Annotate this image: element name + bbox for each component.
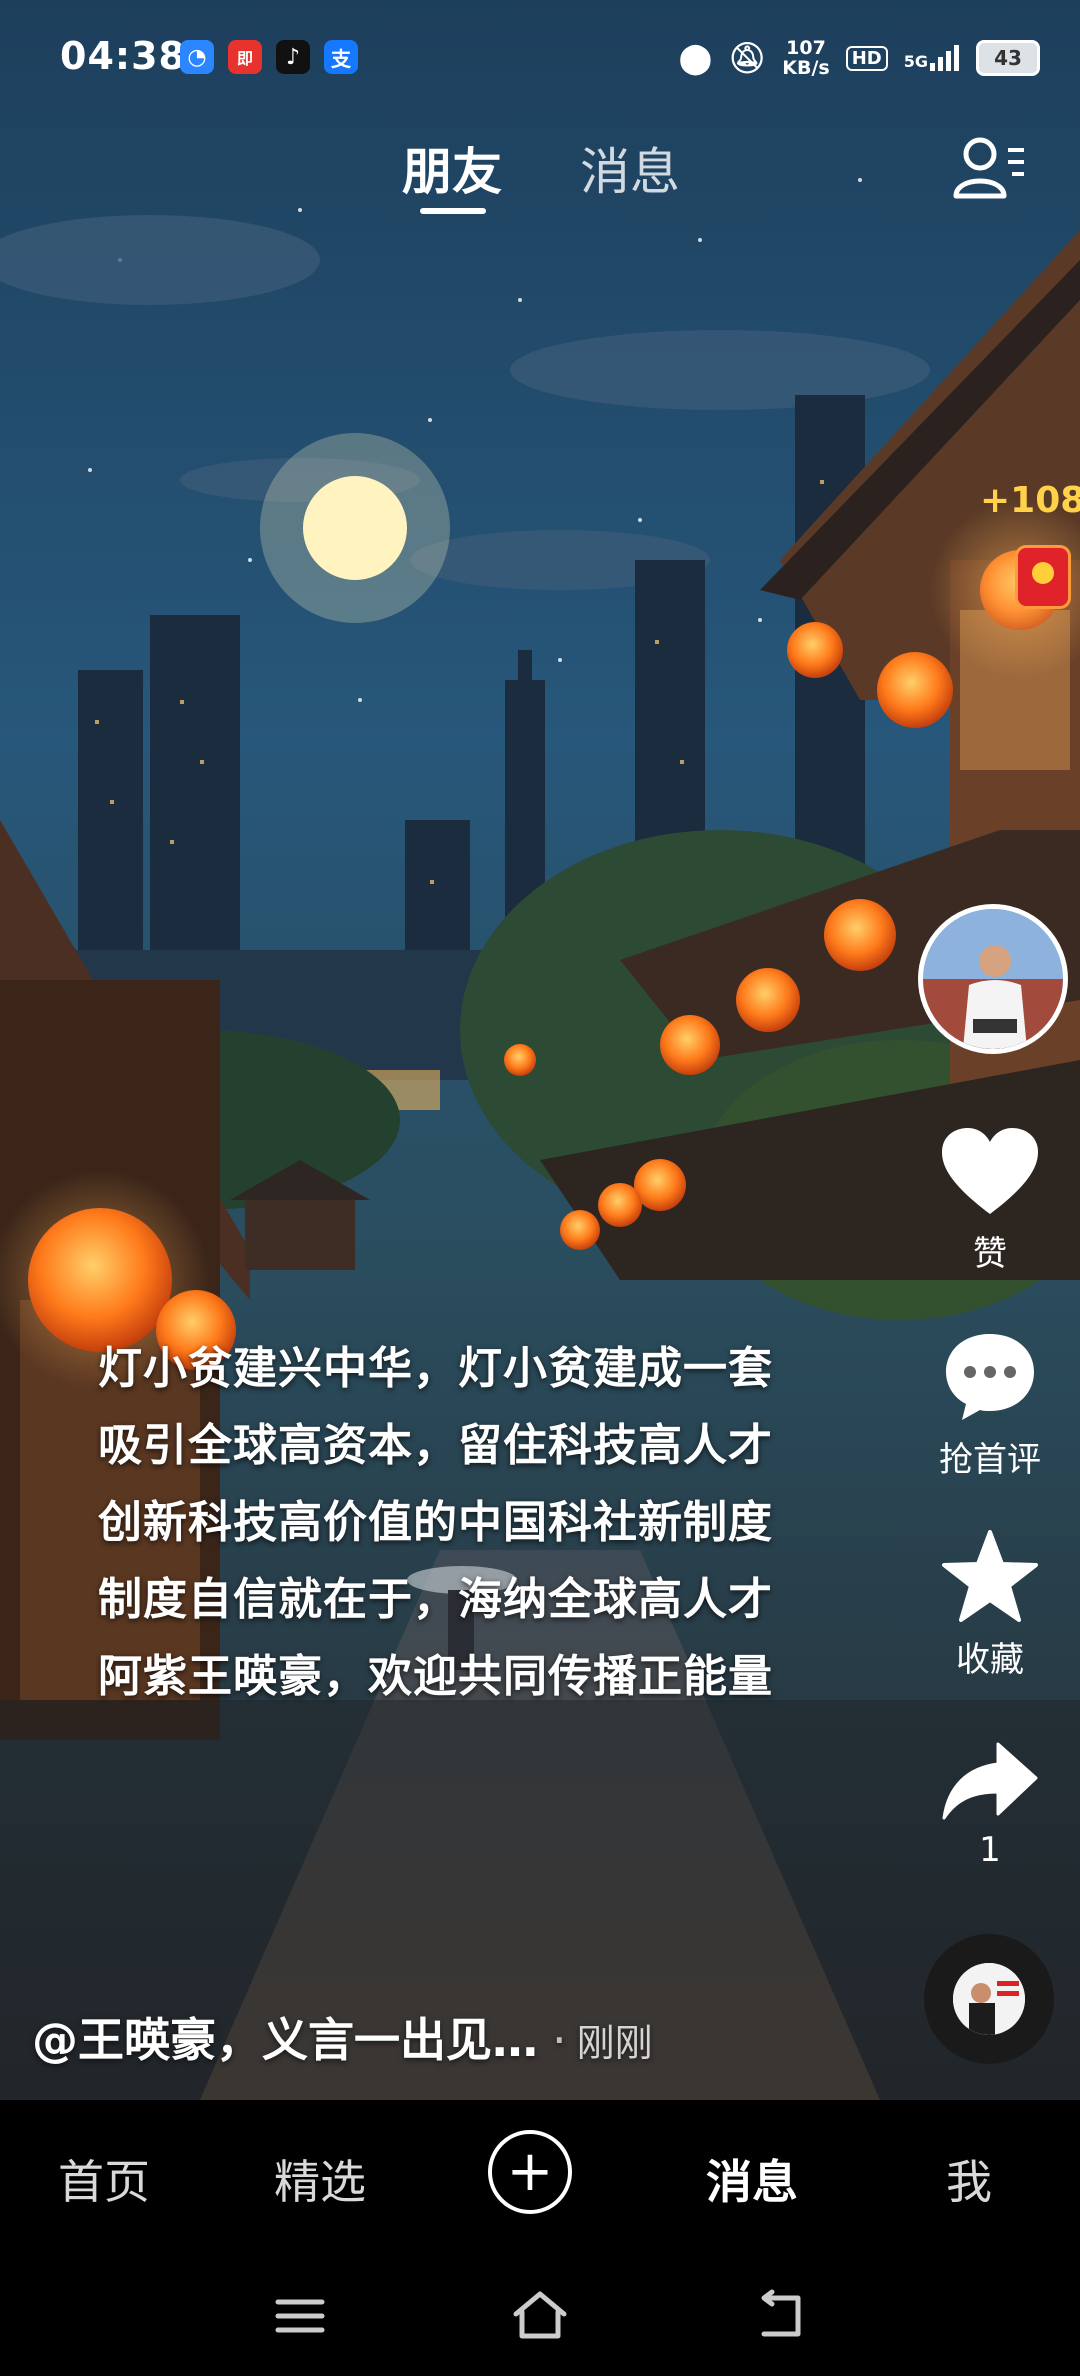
top-tabs: 朋友 消息	[0, 120, 1080, 220]
author-avatar[interactable]	[918, 904, 1068, 1054]
system-nav-bar	[0, 2260, 1080, 2376]
browser-icon: ◔	[180, 40, 214, 74]
menu-icon[interactable]	[270, 2288, 330, 2344]
battery-icon: 43	[976, 40, 1040, 76]
caption-line: 吸引全球高资本，留住科技高人才	[98, 1420, 773, 1471]
net-speed: 107 KB/s	[782, 37, 830, 79]
active-tab-indicator	[420, 208, 486, 214]
alipay-icon: 支	[324, 40, 358, 74]
share-count: 1	[979, 1830, 1001, 1870]
author-name[interactable]: @王暎豪，义言一出见…	[32, 2013, 538, 2067]
user-list-icon[interactable]	[950, 130, 1030, 210]
signal-icon: 5G	[904, 45, 960, 71]
heart-icon	[942, 1128, 1038, 1214]
star-icon	[942, 1530, 1038, 1622]
tab-messages[interactable]: 消息	[580, 132, 680, 204]
music-disc[interactable]	[924, 1934, 1054, 2064]
like-label: 赞	[973, 1234, 1007, 1274]
status-time: 04:38	[60, 34, 186, 78]
nav-home[interactable]: 首页	[58, 2146, 150, 2212]
mute-icon: 🔕︎	[728, 40, 767, 76]
comment-label: 抢首评	[939, 1440, 1041, 1480]
nav-featured[interactable]: 精选	[274, 2146, 366, 2212]
share-arrow-icon	[942, 1742, 1038, 1820]
music-cover	[953, 1963, 1025, 2035]
back-icon[interactable]	[750, 2288, 810, 2344]
tab-friends[interactable]: 朋友	[402, 132, 502, 204]
caption-line: 阿紫王暎豪，欢迎共同传播正能量	[98, 1651, 773, 1702]
post-time: 刚刚	[576, 2021, 653, 2065]
caption-line: 灯小贫建兴中华，灯小贫建成一套	[98, 1343, 773, 1394]
favorite-label: 收藏	[956, 1640, 1024, 1680]
tiktok-icon: ♪	[276, 40, 310, 74]
video-caption: 灯小贫建兴中华，灯小贫建成一套 吸引全球高资本，留住科技高人才 创新科技高价值的…	[98, 1330, 858, 1715]
notification-icons: ◔ 即 ♪ 支	[180, 40, 358, 74]
author-line[interactable]: @王暎豪，义言一出见… · 刚刚	[32, 2004, 653, 2070]
like-button[interactable]: 赞	[900, 1126, 1080, 1275]
nav-messages[interactable]: 消息	[706, 2146, 798, 2212]
bottom-nav: 首页 精选 + 消息 我	[0, 2100, 1080, 2260]
news-app-icon: 即	[228, 40, 262, 74]
nav-me[interactable]: 我	[946, 2146, 992, 2212]
status-bar: 04:38 ◔ 即 ♪ 支 ⬤ 🔕︎ 107 KB/s HD 5G 43	[0, 0, 1080, 110]
favorite-button[interactable]: 收藏	[900, 1530, 1080, 1681]
separator-dot: ·	[552, 2013, 567, 2067]
comment-icon	[946, 1334, 1034, 1420]
home-icon[interactable]	[510, 2288, 570, 2344]
caption-line: 创新科技高价值的中国科社新制度	[98, 1497, 773, 1548]
red-packet-icon[interactable]	[1018, 548, 1068, 606]
bonus-count: +108	[980, 480, 1080, 521]
plus-icon: +	[506, 2139, 554, 2204]
create-button[interactable]: +	[488, 2130, 572, 2214]
location-icon: ⬤	[678, 40, 713, 76]
status-right: ⬤ 🔕︎ 107 KB/s HD 5G 43	[679, 38, 1040, 78]
caption-line: 制度自信就在于，海纳全球高人才	[98, 1574, 773, 1625]
comment-button[interactable]: 抢首评	[900, 1330, 1080, 1481]
hd-icon: HD	[845, 45, 888, 71]
share-button[interactable]: 1	[900, 1740, 1080, 1870]
